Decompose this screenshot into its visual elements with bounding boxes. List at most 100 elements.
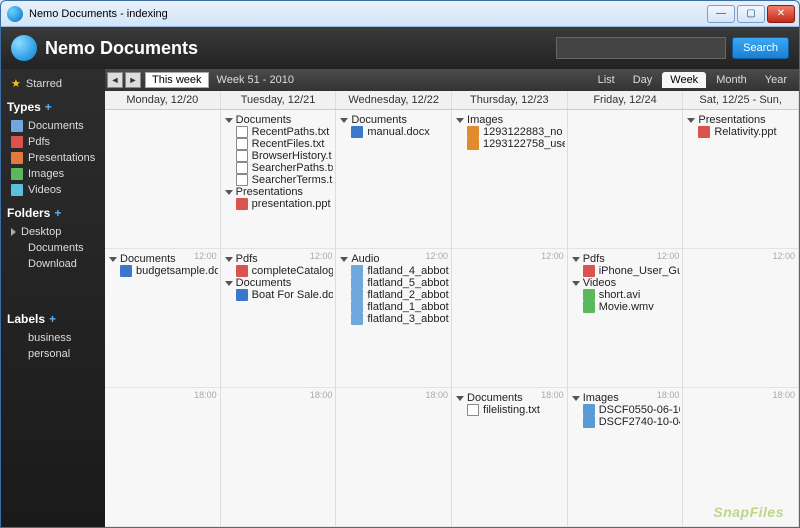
time-slot[interactable] [568, 110, 683, 249]
time-slot[interactable]: 12:00PdfsiPhone_User_GuVideosshort.aviMo… [568, 249, 683, 388]
time-slot[interactable]: 18:00 [105, 388, 220, 527]
time-slot[interactable]: 18:00 [221, 388, 336, 527]
maximize-button[interactable]: ▢ [737, 5, 765, 23]
file-item[interactable]: iPhone_User_Gu [572, 265, 681, 277]
search-button[interactable]: Search [732, 37, 789, 59]
category-header[interactable]: Images [456, 114, 565, 126]
file-item[interactable]: flatland_3_abbot [340, 313, 449, 325]
file-icon [236, 289, 248, 301]
watermark: SnapFiles [713, 504, 784, 520]
file-item[interactable]: flatland_4_abbot [340, 265, 449, 277]
file-item[interactable]: manual.docx [340, 126, 449, 138]
time-slot[interactable]: DocumentsRecentPaths.txtRecentFiles.txtB… [221, 110, 336, 249]
day-column: DocumentsRecentPaths.txtRecentFiles.txtB… [221, 110, 337, 527]
day-header: Friday, 12/24 [568, 91, 684, 109]
time-slot[interactable]: 12:00Audioflatland_4_abbotflatland_5_abb… [336, 249, 451, 388]
time-slot[interactable]: 12:00 [452, 249, 567, 388]
time-slot[interactable]: 18:00 [336, 388, 451, 527]
document-icon [11, 120, 23, 132]
file-name: presentation.ppt [252, 198, 331, 210]
sidebar-item-desktop[interactable]: Desktop [5, 224, 101, 240]
sidebar-item-images[interactable]: Images [5, 166, 101, 182]
file-item[interactable]: RecentFiles.txt [225, 138, 334, 150]
prev-week-button[interactable]: ◄ [107, 72, 123, 88]
search-input[interactable] [556, 37, 726, 59]
file-item[interactable]: 1293122758_use [456, 138, 565, 150]
file-icon [236, 126, 248, 138]
file-icon [236, 198, 248, 210]
view-tab-year[interactable]: Year [757, 72, 795, 88]
file-item[interactable]: presentation.ppt [225, 198, 334, 210]
category-header[interactable]: Documents [225, 277, 334, 289]
file-icon [236, 150, 248, 162]
sidebar-item-starred[interactable]: ★Starred [5, 75, 101, 92]
file-item[interactable]: BrowserHistory.t [225, 150, 334, 162]
file-item[interactable]: Boat For Sale.do [225, 289, 334, 301]
plus-icon[interactable]: + [54, 206, 61, 220]
file-item[interactable]: flatland_5_abbot [340, 277, 449, 289]
plus-icon[interactable]: + [45, 100, 52, 114]
file-name: DSCF0550-06-10 [599, 404, 681, 416]
time-slot[interactable]: Documentsmanual.docx [336, 110, 451, 249]
sidebar-item-documents[interactable]: Documents [5, 118, 101, 134]
time-slot[interactable]: 18:00ImagesDSCF0550-06-10DSCF2740-10-04 [568, 388, 683, 527]
time-slot[interactable]: 18:00Documentsfilelisting.txt [452, 388, 567, 527]
time-slot[interactable] [105, 110, 220, 249]
view-tab-list[interactable]: List [590, 72, 623, 88]
category-label: Audio [351, 253, 379, 265]
video-icon [11, 184, 23, 196]
file-item[interactable]: completeCatalog [225, 265, 334, 277]
category-header[interactable]: Presentations [225, 186, 334, 198]
file-item[interactable]: flatland_1_abbot [340, 301, 449, 313]
file-item[interactable]: Relativity.ppt [687, 126, 796, 138]
sidebar-header-labels: Labels+ [7, 312, 101, 326]
file-item[interactable]: SearcherPaths.tx [225, 162, 334, 174]
sidebar-item-pdfs[interactable]: Pdfs [5, 134, 101, 150]
file-item[interactable]: SearcherTerms.t [225, 174, 334, 186]
sidebar-item-presentations[interactable]: Presentations [5, 150, 101, 166]
minimize-button[interactable]: — [707, 5, 735, 23]
collapse-icon [225, 118, 233, 123]
sidebar-item-label: Desktop [21, 226, 61, 238]
file-item[interactable]: RecentPaths.txt [225, 126, 334, 138]
file-item[interactable]: DSCF0550-06-10 [572, 404, 681, 416]
time-slot[interactable]: 12:00PdfscompleteCatalogDocumentsBoat Fo… [221, 249, 336, 388]
time-slot[interactable]: 12:00 [683, 249, 798, 388]
file-name: 1293122758_use [483, 138, 565, 150]
sidebar-item-videos[interactable]: Videos [5, 182, 101, 198]
sidebar-item-folder-documents[interactable]: Documents [5, 240, 101, 256]
collapse-icon [572, 257, 580, 262]
next-week-button[interactable]: ► [125, 72, 141, 88]
category-header[interactable]: Presentations [687, 114, 796, 126]
presentation-icon [11, 152, 23, 164]
category-header[interactable]: Videos [572, 277, 681, 289]
time-slot[interactable]: PresentationsRelativity.ppt [683, 110, 798, 249]
category-header[interactable]: Documents [225, 114, 334, 126]
close-button[interactable]: ✕ [767, 5, 795, 23]
file-icon [236, 138, 248, 150]
sidebar-item-label-personal[interactable]: personal [5, 346, 101, 362]
file-item[interactable]: DSCF2740-10-04 [572, 416, 681, 428]
sidebar-item-label-business[interactable]: business [5, 330, 101, 346]
file-name: DSCF2740-10-04 [599, 416, 681, 428]
file-item[interactable]: 1293122883_no [456, 126, 565, 138]
file-item[interactable]: filelisting.txt [456, 404, 565, 416]
sidebar-item-download[interactable]: Download [5, 256, 101, 272]
category-header[interactable]: Documents [340, 114, 449, 126]
file-item[interactable]: Movie.wmv [572, 301, 681, 313]
day-header: Sat, 12/25 - Sun, [683, 91, 799, 109]
time-slot[interactable]: 12:00Documentsbudgetsample.do [105, 249, 220, 388]
view-tab-week[interactable]: Week [662, 72, 706, 88]
calendar-toolbar: ◄ ► This week Week 51 - 2010 ListDayWeek… [105, 69, 799, 91]
view-tab-month[interactable]: Month [708, 72, 755, 88]
file-icon [351, 265, 363, 277]
plus-icon[interactable]: + [49, 312, 56, 326]
file-item[interactable]: flatland_2_abbot [340, 289, 449, 301]
file-item[interactable]: budgetsample.do [109, 265, 218, 277]
category-label: Documents [351, 114, 407, 126]
time-slot[interactable]: Images1293122883_no1293122758_use [452, 110, 567, 249]
this-week-button[interactable]: This week [145, 72, 209, 88]
time-label: 12:00 [773, 251, 796, 261]
view-tab-day[interactable]: Day [625, 72, 661, 88]
file-item[interactable]: short.avi [572, 289, 681, 301]
